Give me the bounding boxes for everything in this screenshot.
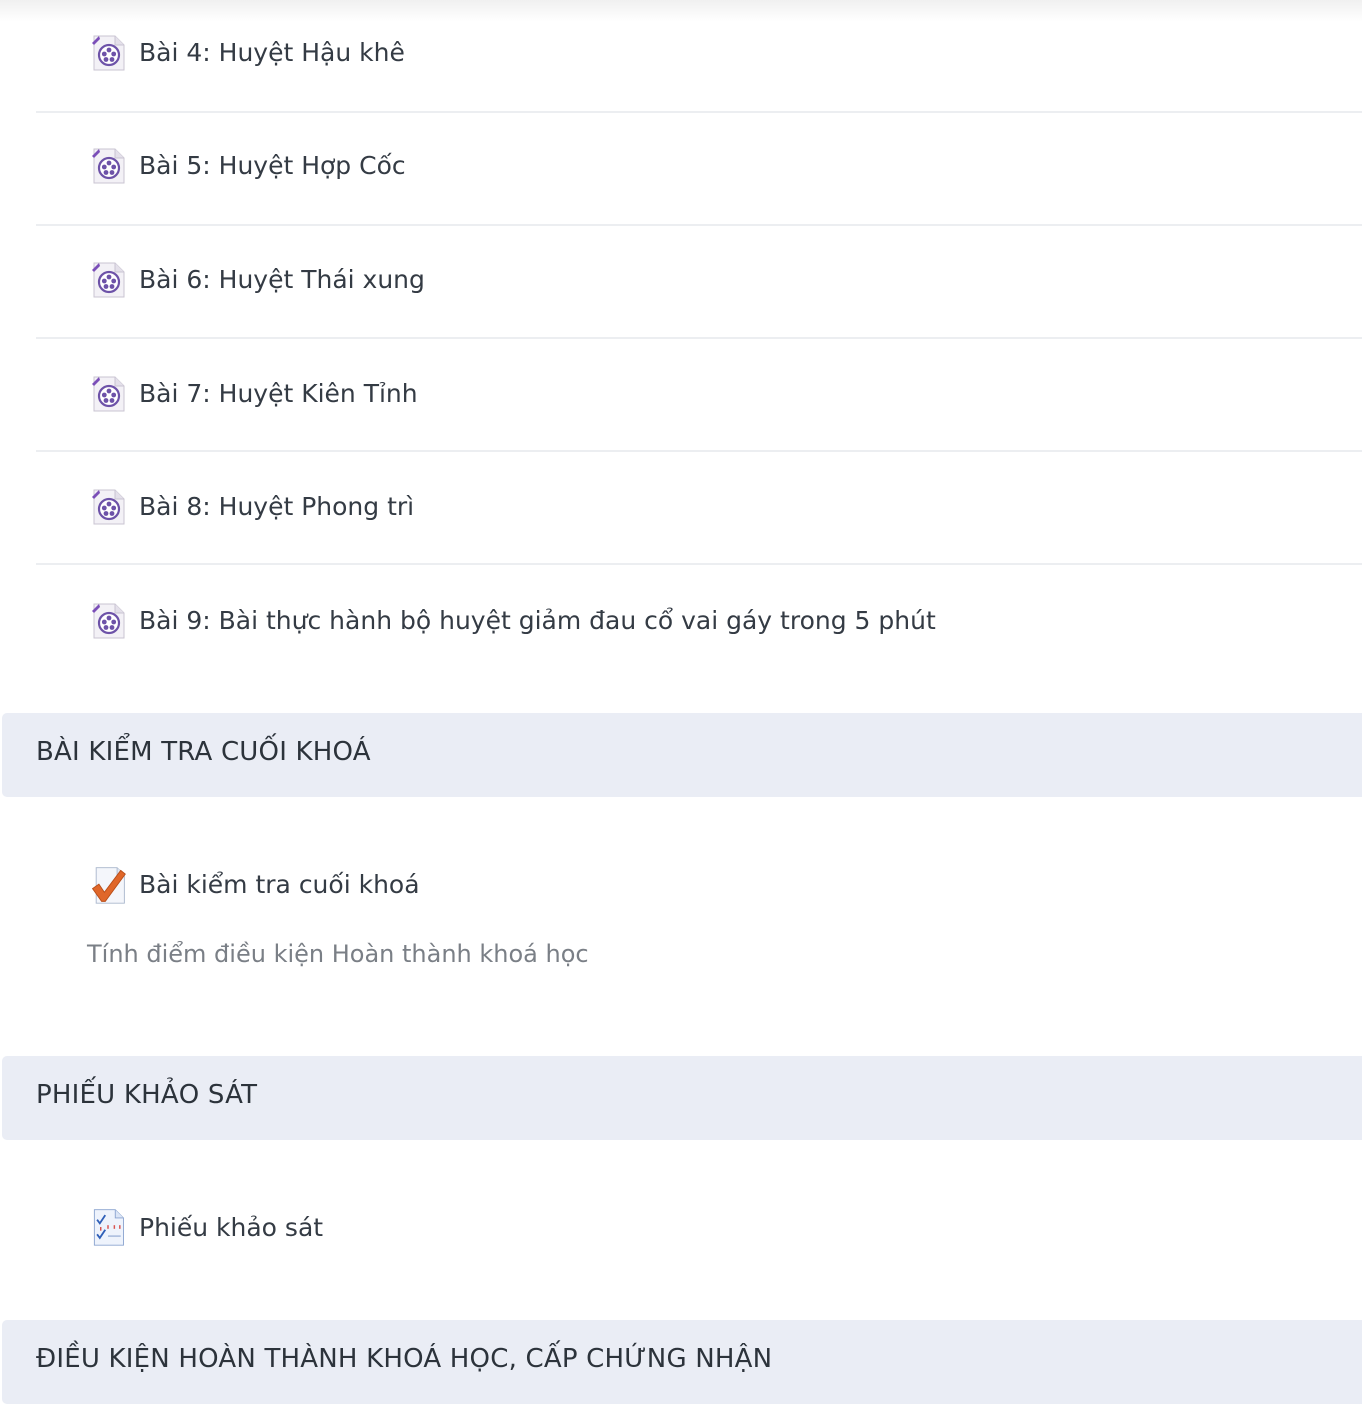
video-icon — [88, 33, 128, 73]
quiz-description: Tính điểm điều kiện Hoàn thành khoá học — [87, 940, 589, 968]
lesson-label[interactable]: Bài 9: Bài thực hành bộ huyệt giảm đau c… — [139, 606, 936, 636]
section-title: ĐIỀU KIỆN HOÀN THÀNH KHOÁ HỌC, CẤP CHỨNG… — [36, 1344, 773, 1374]
lesson-item-8[interactable]: Bài 8: Huyệt Phong trì — [36, 452, 1362, 565]
lesson-item-4[interactable]: Bài 4: Huyệt Hậu khê — [36, 0, 1362, 113]
lesson-item-9[interactable]: Bài 9: Bài thực hành bộ huyệt giảm đau c… — [36, 566, 1362, 679]
section-header-completion[interactable]: ĐIỀU KIỆN HOÀN THÀNH KHOÁ HỌC, CẤP CHỨNG… — [2, 1320, 1362, 1404]
lesson-item-6[interactable]: Bài 6: Huyệt Thái xung — [36, 226, 1362, 339]
lesson-item-5[interactable]: Bài 5: Huyệt Hợp Cốc — [36, 113, 1362, 226]
video-icon — [88, 146, 128, 186]
quiz-icon — [88, 865, 128, 905]
lesson-label[interactable]: Bài 6: Huyệt Thái xung — [139, 265, 425, 295]
video-icon — [88, 260, 128, 300]
lesson-label[interactable]: Bài 8: Huyệt Phong trì — [139, 492, 414, 522]
lesson-label[interactable]: Bài 7: Huyệt Kiên Tỉnh — [139, 379, 418, 409]
survey-icon — [88, 1207, 128, 1247]
quiz-activity[interactable]: Bài kiểm tra cuối khoá — [36, 862, 1136, 912]
lesson-item-7[interactable]: Bài 7: Huyệt Kiên Tỉnh — [36, 339, 1362, 452]
lesson-label[interactable]: Bài 5: Huyệt Hợp Cốc — [139, 151, 406, 181]
video-icon — [88, 601, 128, 641]
survey-label[interactable]: Phiếu khảo sát — [139, 1213, 323, 1243]
section-title: BÀI KIỂM TRA CUỐI KHOÁ — [36, 737, 371, 767]
section-header-survey[interactable]: PHIẾU KHẢO SÁT — [2, 1056, 1362, 1140]
section-title: PHIẾU KHẢO SÁT — [36, 1080, 258, 1110]
video-icon — [88, 374, 128, 414]
survey-activity[interactable]: Phiếu khảo sát — [36, 1205, 1136, 1255]
lesson-label[interactable]: Bài 4: Huyệt Hậu khê — [139, 38, 405, 68]
video-icon — [88, 487, 128, 527]
quiz-label[interactable]: Bài kiểm tra cuối khoá — [139, 870, 420, 900]
section-header-final-test[interactable]: BÀI KIỂM TRA CUỐI KHOÁ — [2, 713, 1362, 797]
